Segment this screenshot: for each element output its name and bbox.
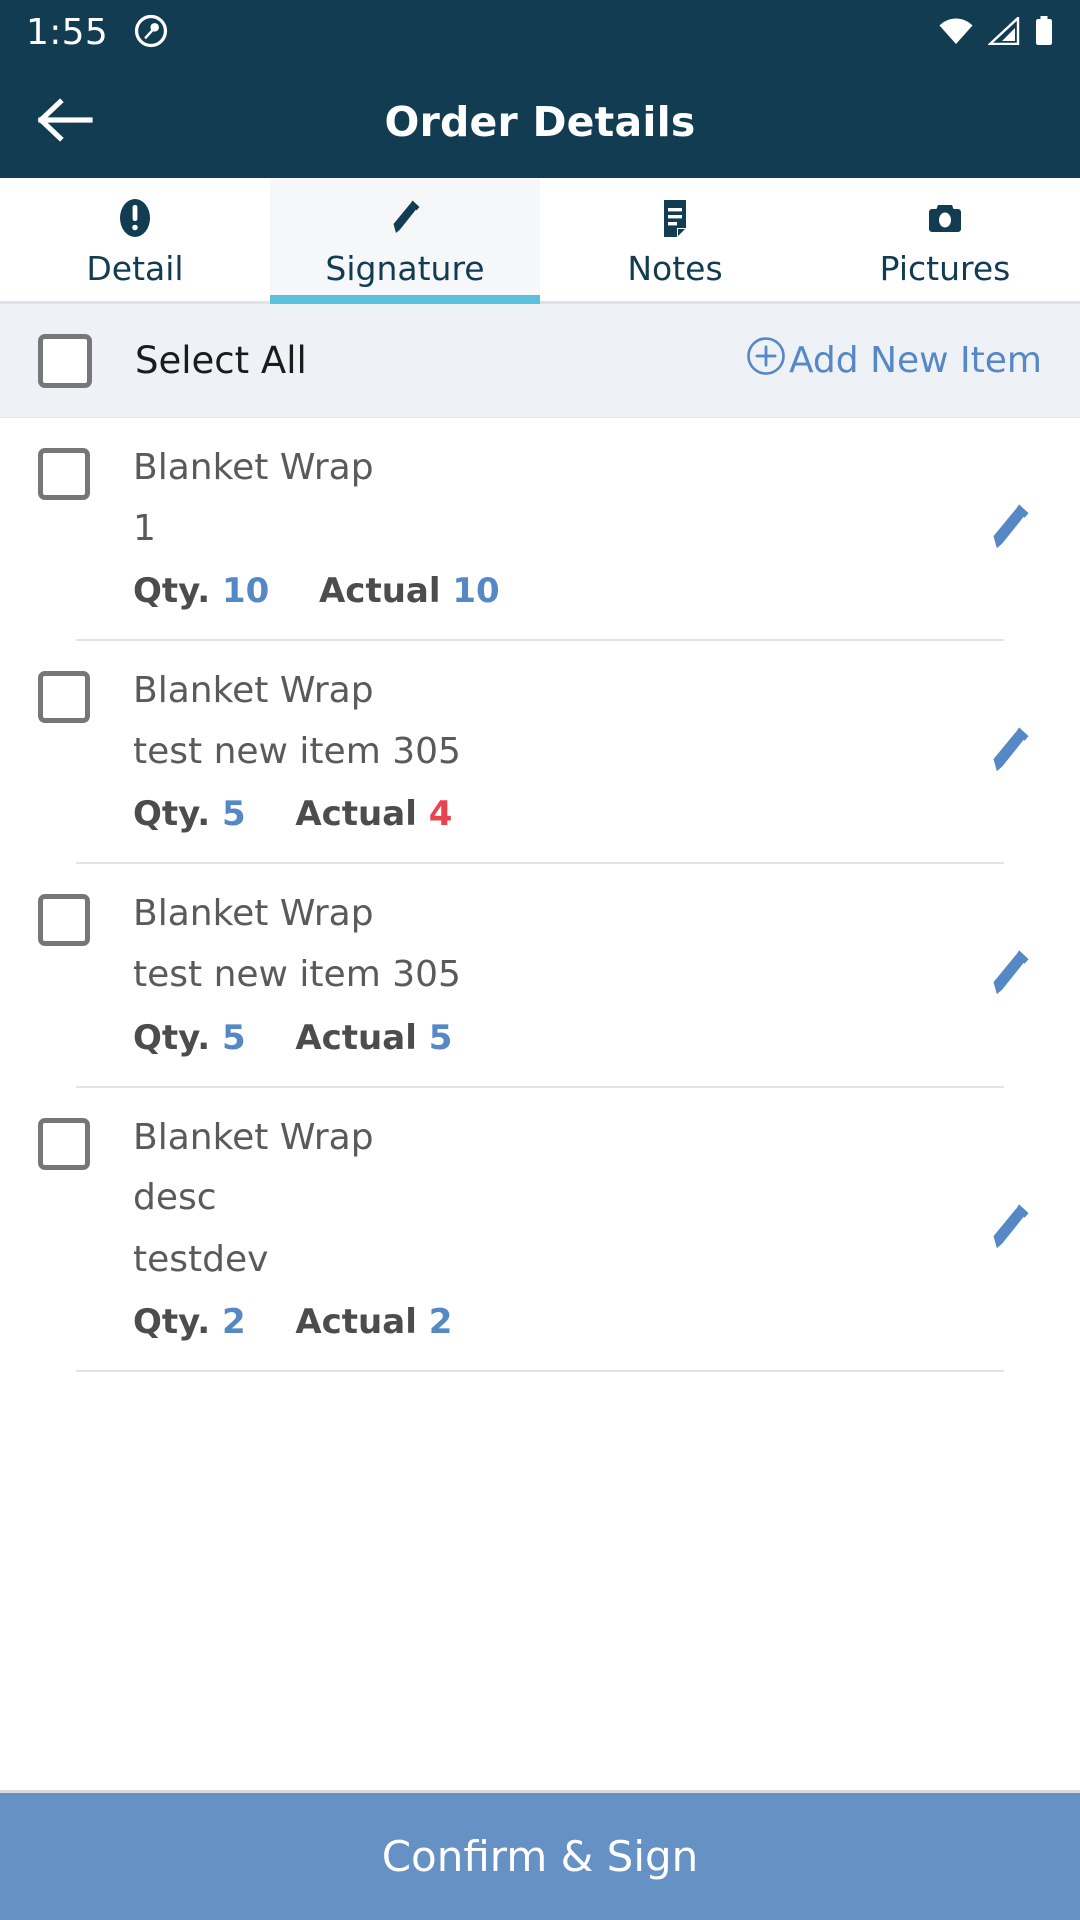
item-description-1: test new item 305 — [133, 953, 461, 995]
qty-label: Qty. — [133, 571, 211, 612]
actual-label: Actual — [295, 1302, 417, 1343]
item-name: Blanket Wrap — [133, 893, 374, 935]
item-description-1: desc — [133, 1177, 217, 1219]
item-content: Blanket Wrap test new item 305 Qty. 5 Ac… — [133, 890, 1042, 1057]
select-all-bar: Select All Add New Item — [0, 304, 1080, 418]
actual-value: 5 — [428, 1017, 453, 1058]
pencil-icon — [383, 195, 427, 241]
edit-item-button[interactable] — [973, 717, 1045, 789]
qty-label: Qty. — [133, 1302, 211, 1343]
qty-label: Qty. — [133, 1017, 211, 1058]
tab-detail[interactable]: Detail — [0, 178, 270, 301]
confirm-and-sign-button[interactable]: Confirm & Sign — [0, 1790, 1080, 1920]
status-bar-left: 1:55 — [26, 14, 168, 52]
item-quantities: Qty. 10 Actual 10 — [133, 571, 1042, 611]
table-row[interactable]: Blanket Wrap desc testdev Qty. 2 Actual … — [0, 1088, 1080, 1373]
select-all-checkbox[interactable] — [38, 333, 92, 388]
item-name: Blanket Wrap — [133, 1116, 374, 1158]
qty-label: Qty. — [133, 794, 211, 835]
item-content: Blanket Wrap 1 Qty. 10 Actual 10 — [133, 444, 1042, 611]
actual-value: 4 — [428, 794, 453, 835]
tab-notes-label: Notes — [627, 248, 723, 288]
edit-item-button[interactable] — [973, 1194, 1045, 1266]
battery-icon — [1034, 16, 1054, 50]
select-all-label: Select All — [135, 339, 307, 382]
table-row[interactable]: Blanket Wrap test new item 305 Qty. 5 Ac… — [0, 864, 1080, 1088]
wifi-icon — [938, 17, 974, 49]
item-checkbox[interactable] — [38, 1117, 90, 1170]
item-description-2: testdev — [133, 1238, 269, 1280]
item-quantities: Qty. 5 Actual 4 — [133, 794, 1042, 834]
item-content: Blanket Wrap test new item 305 Qty. 5 Ac… — [133, 667, 1042, 834]
tab-pictures-label: Pictures — [879, 248, 1011, 288]
actual-value: 2 — [428, 1302, 453, 1343]
item-divider — [76, 1370, 1004, 1373]
item-name: Blanket Wrap — [133, 670, 374, 712]
table-row[interactable]: Blanket Wrap test new item 305 Qty. 5 Ac… — [0, 641, 1080, 865]
item-quantities: Qty. 2 Actual 2 — [133, 1302, 1042, 1342]
edit-item-button[interactable] — [973, 494, 1045, 566]
tab-notes[interactable]: Notes — [540, 178, 810, 301]
pencil-icon — [978, 720, 1040, 786]
back-arrow-icon — [37, 97, 94, 147]
actual-label: Actual — [318, 571, 441, 612]
item-row-top: Blanket Wrap desc testdev Qty. 2 Actual … — [38, 1114, 1042, 1343]
item-description-1: test new item 305 — [133, 730, 461, 772]
actual-label: Actual — [295, 794, 417, 835]
item-checkbox[interactable] — [38, 894, 90, 947]
item-name: Blanket Wrap — [133, 447, 374, 488]
page-title: Order Details — [384, 98, 696, 146]
tab-signature-label: Signature — [325, 248, 485, 288]
item-checkbox[interactable] — [38, 671, 90, 724]
actual-label: Actual — [295, 1017, 417, 1058]
table-row[interactable]: Blanket Wrap 1 Qty. 10 Actual 10 — [0, 418, 1080, 642]
order-details-screen: 1:55 Order Details Detail Signature Note… — [0, 0, 1080, 1920]
notification-circle-icon — [134, 14, 168, 52]
actual-value: 10 — [452, 571, 500, 612]
plus-circle-icon — [745, 335, 787, 386]
item-row-top: Blanket Wrap 1 Qty. 10 Actual 10 — [38, 444, 1042, 611]
exclamation-circle-icon — [113, 195, 157, 241]
qty-value: 10 — [221, 571, 270, 612]
pencil-icon — [978, 497, 1040, 563]
item-row-top: Blanket Wrap test new item 305 Qty. 5 Ac… — [38, 667, 1042, 834]
app-bar: Order Details — [0, 66, 1080, 178]
status-bar: 1:55 — [0, 0, 1080, 66]
clock: 1:55 — [26, 12, 109, 53]
item-content: Blanket Wrap desc testdev Qty. 2 Actual … — [133, 1114, 1042, 1343]
note-document-icon — [653, 195, 697, 241]
qty-value: 5 — [221, 794, 246, 835]
status-bar-right — [938, 15, 1054, 50]
tab-pictures[interactable]: Pictures — [810, 178, 1080, 301]
tab-detail-label: Detail — [86, 248, 184, 288]
item-description-1: 1 — [133, 507, 156, 549]
pencil-icon — [978, 1197, 1040, 1263]
item-checkbox[interactable] — [38, 448, 90, 500]
cell-signal-icon — [986, 15, 1020, 49]
qty-value: 2 — [221, 1302, 246, 1343]
add-new-item-label: Add New Item — [788, 340, 1042, 381]
item-list: Blanket Wrap 1 Qty. 10 Actual 10 Blanket… — [0, 418, 1080, 1790]
tab-signature[interactable]: Signature — [270, 178, 540, 304]
qty-value: 5 — [221, 1017, 246, 1058]
add-new-item-button[interactable]: Add New Item — [745, 335, 1042, 386]
item-quantities: Qty. 5 Actual 5 — [133, 1018, 1042, 1058]
edit-item-button[interactable] — [973, 940, 1045, 1012]
back-button[interactable] — [18, 74, 114, 170]
pencil-icon — [978, 943, 1040, 1009]
item-row-top: Blanket Wrap test new item 305 Qty. 5 Ac… — [38, 890, 1042, 1058]
camera-icon — [922, 195, 968, 241]
tab-bar: Detail Signature Notes Pictures — [0, 178, 1080, 304]
